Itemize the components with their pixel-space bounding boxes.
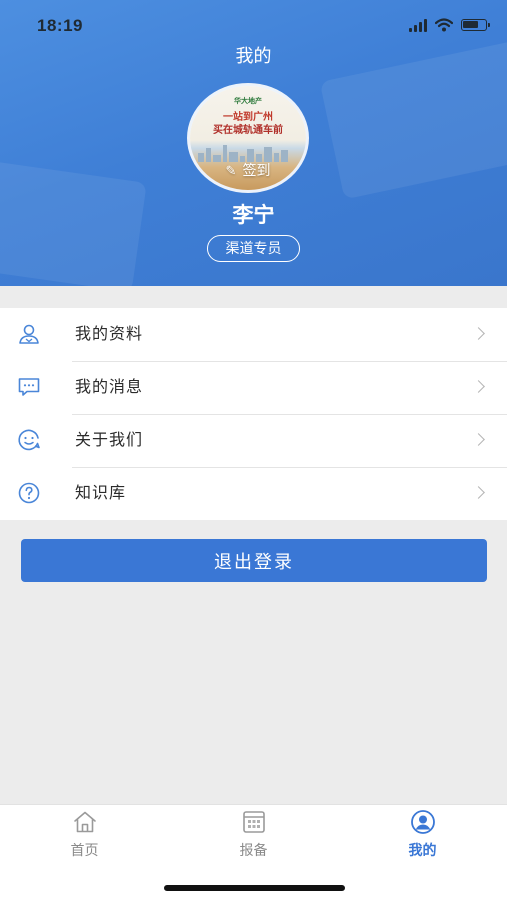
menu-item-label: 知识库 [75,485,127,502]
tab-label: 首页 [70,842,99,858]
menu-item-label: 关于我们 [75,432,144,449]
user-name: 李宁 [232,204,275,227]
home-icon [74,811,96,833]
avatar[interactable]: 华大地产 一站到广州 买在城轨通车前 ✎ 签到 [190,86,306,190]
report-icon [243,811,265,833]
menu-item-about-us[interactable]: 关于我们 [0,414,507,467]
menu-item-knowledge-base[interactable]: 知识库 [0,467,507,520]
logout-button[interactable]: 退出登录 [21,539,487,582]
wifi-icon [435,18,453,32]
chevron-right-icon [472,380,485,393]
menu-item-label: 我的资料 [75,326,144,343]
profile-icon [411,810,435,834]
user-profile-icon [19,324,39,344]
checkin-label: 签到 [242,162,271,178]
cellular-signal-icon [409,18,427,32]
home-indicator[interactable] [164,885,345,891]
poster-text: 买在城轨通车前 [213,125,283,136]
page-title: 我的 [235,46,272,66]
chevron-right-icon [472,433,485,446]
poster-text: 华大地产 [234,96,262,105]
chevron-right-icon [472,327,485,340]
menu-item-my-messages[interactable]: 我的消息 [0,361,507,414]
tab-home[interactable]: 首页 [0,805,169,867]
battery-icon [461,19,490,31]
question-icon [18,482,40,504]
tab-mine[interactable]: 我的 [338,805,507,867]
menu-item-my-profile[interactable]: 我的资料 [0,308,507,361]
checkin-button[interactable]: ✎ 签到 [190,160,306,180]
message-icon [18,378,40,396]
status-time: 18:19 [37,16,83,35]
tab-bar: 首页 报备 我的 [0,804,507,900]
battery-level [463,21,478,28]
smile-icon [18,429,40,451]
role-badge: 渠道专员 [207,235,300,262]
tab-label: 报备 [239,842,268,858]
chevron-right-icon [472,486,485,499]
profile-header: 18:19 我的 华大地产 一站到广州 买在城轨通车前 ✎ 签到 李宁 渠道专员 [0,0,507,286]
tab-label: 我的 [408,842,437,858]
menu-item-label: 我的消息 [75,379,144,396]
tab-report[interactable]: 报备 [169,805,338,867]
settings-menu: 我的资料 我的消息 关于我们 知识库 [0,308,507,520]
status-icons [409,17,490,33]
pen-icon: ✎ [225,163,237,178]
